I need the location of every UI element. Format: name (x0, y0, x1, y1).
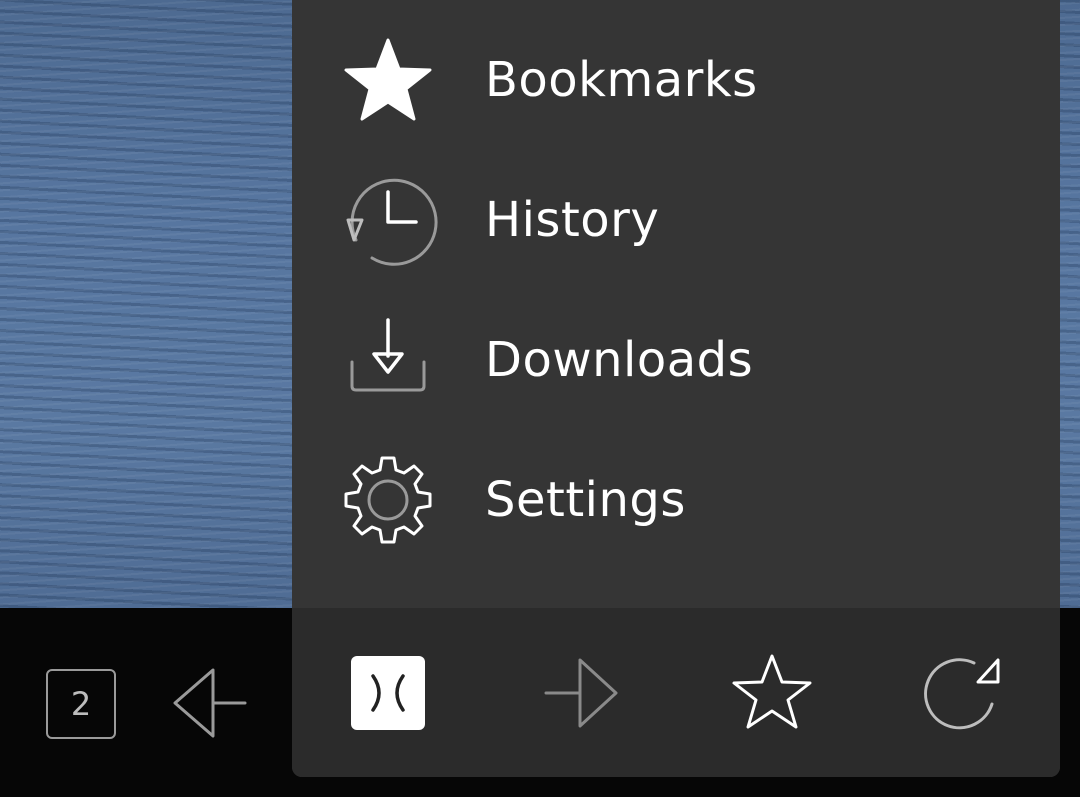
forward-arrow-icon (544, 658, 618, 728)
reload-button[interactable] (922, 648, 1012, 738)
forward-button[interactable] (540, 648, 630, 738)
tab-count-label: 2 (70, 685, 92, 723)
menu-item-label: Settings (485, 472, 686, 528)
back-button[interactable] (165, 658, 255, 748)
bookmark-button[interactable] (727, 648, 817, 738)
menu-item-settings[interactable]: Settings (292, 420, 1060, 560)
menu-item-history[interactable]: History (292, 140, 1060, 280)
tabs-button[interactable]: 2 (46, 669, 116, 739)
menu-item-label: Bookmarks (485, 52, 758, 108)
menu-item-bookmarks[interactable]: Bookmarks (292, 0, 1060, 140)
menu-item-downloads[interactable]: Downloads (292, 280, 1060, 420)
menu-collapse-icon (351, 656, 425, 730)
star-outline-icon (732, 654, 812, 729)
browser-screen: 2 Bookmarks History Downloads Settings (0, 0, 1080, 797)
download-tray-icon (350, 318, 426, 392)
star-filled-icon (344, 38, 432, 121)
menu-item-label: Downloads (485, 332, 754, 388)
clock-history-icon (346, 178, 438, 266)
menu-button[interactable] (343, 648, 433, 738)
reload-icon (924, 658, 1000, 730)
back-arrow-icon (173, 668, 247, 738)
gear-icon (344, 456, 432, 544)
menu-item-label: History (485, 192, 660, 248)
